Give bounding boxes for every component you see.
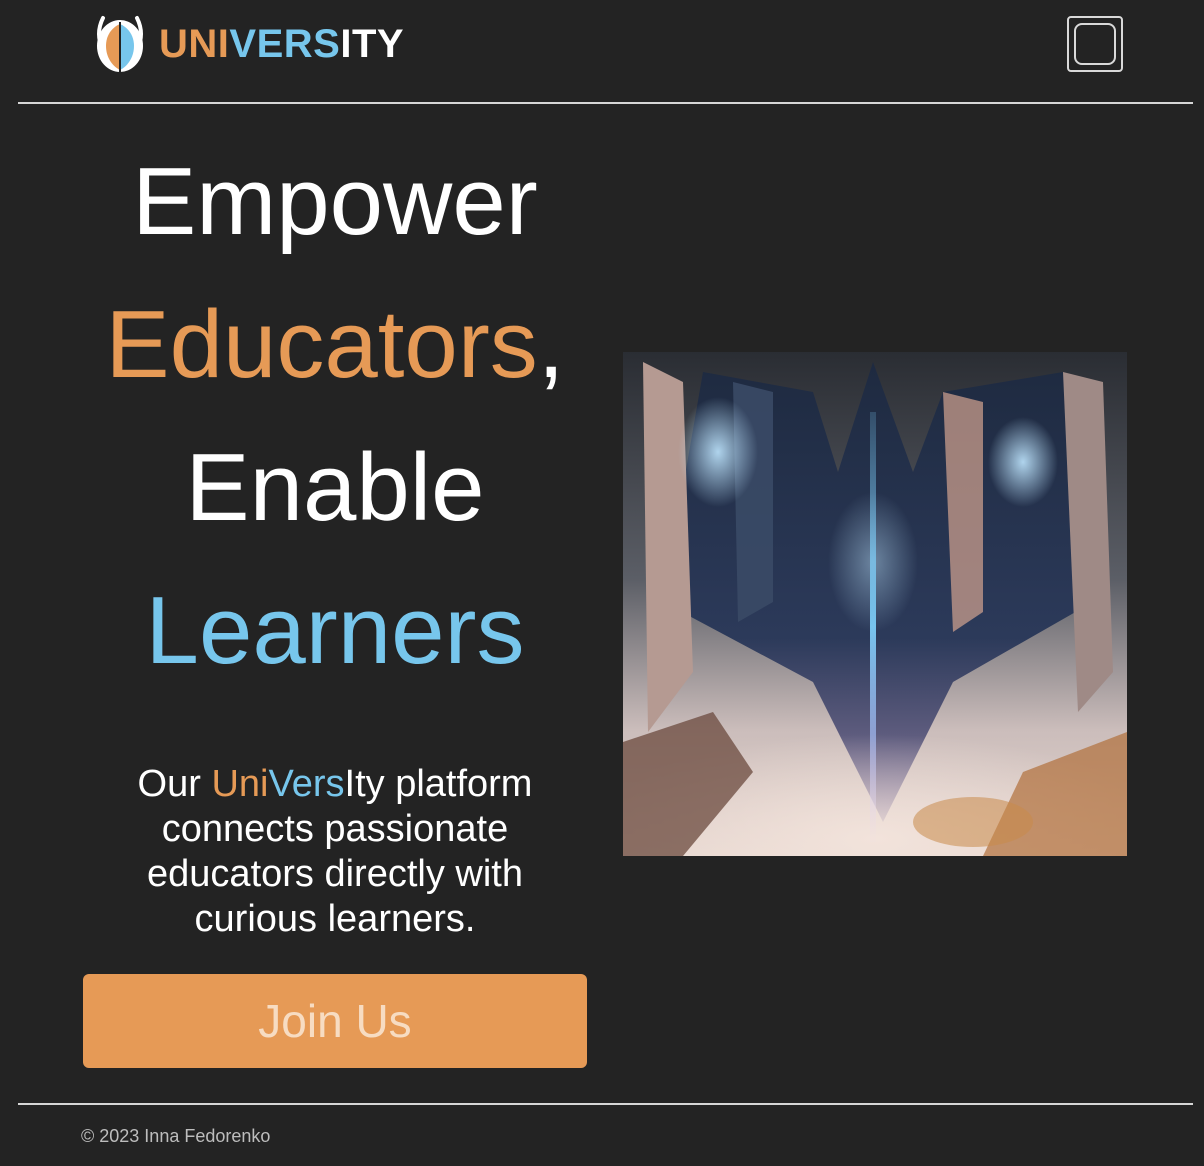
join-us-button[interactable]: Join Us (83, 974, 587, 1068)
header-divider (18, 102, 1193, 104)
menu-button[interactable] (1067, 16, 1123, 72)
copyright-text: © 2023 Inna Fedorenko (81, 1126, 271, 1146)
description-brand-uni: Uni (211, 763, 269, 805)
description-brand-ity: Ity (344, 763, 385, 805)
square-menu-icon (1074, 23, 1116, 65)
headline-line-learners: Learners (145, 577, 525, 684)
logo-text-uni: UNI (159, 22, 230, 66)
headline-line-empower: Empower (132, 148, 538, 255)
headline-line-enable: Enable (185, 434, 485, 541)
description-brand-vers: Vers (268, 763, 345, 805)
university-logo-icon (97, 16, 143, 72)
description-prefix: Our (137, 763, 212, 805)
headline-line-educators: Educators, (83, 273, 587, 416)
site-logo-text: UNIVERSITY (159, 14, 404, 74)
site-header: UNIVERSITY (0, 0, 1204, 103)
futuristic-city-illustration (623, 352, 1127, 856)
headline-comma: , (537, 291, 565, 398)
headline-word-educators: Educators (105, 291, 538, 398)
hero-headline: Empower Educators, Enable Learners (83, 130, 587, 702)
site-logo[interactable]: UNIVERSITY (95, 14, 404, 74)
footer-divider (18, 1103, 1193, 1105)
hero-description: Our UniVersIty platform connects passion… (115, 762, 555, 942)
hero-text-column: Empower Educators, Enable Learners Our U… (83, 130, 587, 1068)
logo-text-vers: VERS (229, 22, 341, 66)
logo-text-ity: ITY (340, 22, 405, 66)
